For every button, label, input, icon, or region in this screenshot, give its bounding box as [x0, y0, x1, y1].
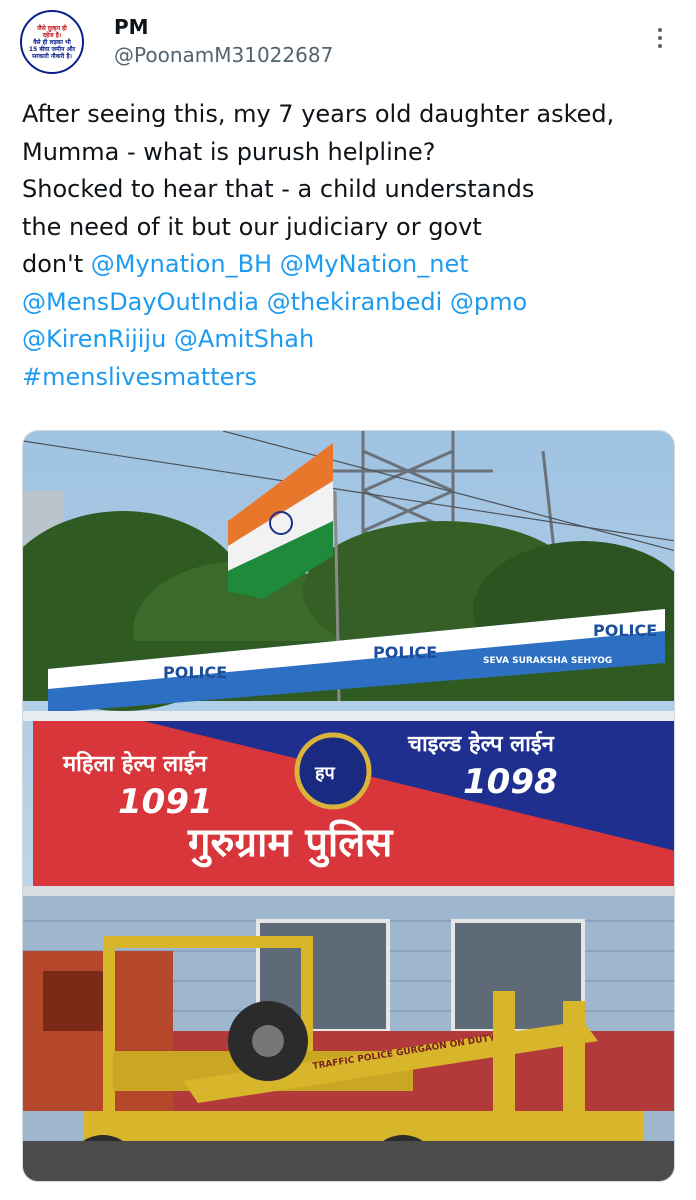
avatar-text-2: दहेज है। [42, 31, 62, 39]
mention-mensdayoutindia[interactable]: @MensDayOutIndia [22, 288, 259, 316]
more-dot [658, 28, 662, 32]
tweet-line-4: the need of it but our judiciary or govt [22, 212, 482, 241]
avatar-text-5: सरकारी नौकरी है। [32, 52, 72, 60]
police-banner-label-3: POLICE [593, 621, 657, 640]
tweet-line-8: #menslivesmatters [22, 359, 678, 397]
tweet-text: After seeing this, my 7 years old daught… [22, 96, 678, 396]
police-banner-sub: SEVA SURAKSHA SEHYOG [483, 656, 612, 666]
mention-thekiranbedi[interactable]: @thekiranbedi [267, 288, 443, 316]
author-name[interactable]: PM [114, 15, 149, 39]
tweet-photo[interactable]: POLICE POLICE POLICE SEVA SURAKSHA SEHYO… [22, 430, 675, 1182]
avatar-text-1: जैसे दुल्हन ही [37, 24, 67, 32]
mention-pmo[interactable]: @pmo [450, 288, 527, 316]
child-helpline-number: 1098 [463, 762, 558, 802]
tweet-line-3: Shocked to hear that - a child understan… [22, 175, 535, 203]
station-name: गुरुग्राम पुलिस [187, 819, 394, 868]
tweet-line-2: Mumma - what is purush helpline? [22, 137, 436, 166]
mention-mynation-net[interactable]: @MyNation_net [280, 250, 469, 278]
police-booth-photo: POLICE POLICE POLICE SEVA SURAKSHA SEHYO… [23, 431, 674, 1181]
police-banner-label-1: POLICE [163, 663, 227, 682]
author-handle[interactable]: @PoonamM31022687 [114, 43, 333, 67]
tweet-line-5: don't @Mynation_BH @MyNation_net [22, 246, 678, 284]
women-helpline-number: 1091 [118, 782, 213, 822]
avatar-text-4: 15 बीघा जमीन और [28, 45, 76, 53]
avatar[interactable]: जैसे दुल्हन ही दहेज है। वैसे ही लड़का भी… [20, 10, 84, 74]
mention-kirenrijiju[interactable]: @KirenRijiju [22, 325, 166, 353]
tweet-line-7: @KirenRijiju @AmitShah [22, 321, 678, 359]
tweet-header: जैसे दुल्हन ही दहेज है। वैसे ही लड़का भी… [0, 0, 696, 92]
mention-amitshah[interactable]: @AmitShah [174, 325, 314, 353]
more-dot [658, 44, 662, 48]
tweet-line-5-prefix: don't [22, 250, 91, 278]
tweet-line-1: After seeing this, my 7 years old daught… [22, 100, 615, 128]
avatar-text-3: वैसे ही लड़का भी [33, 38, 71, 46]
mention-mynation-bh[interactable]: @Mynation_BH [91, 250, 272, 278]
more-options-icon[interactable] [640, 20, 680, 56]
helpline-sign: महिला हेल्प लाईन 1091 चाइल्ड हेल्प लाईन … [23, 711, 674, 896]
hashtag-menslivesmatters[interactable]: #menslivesmatters [22, 363, 257, 391]
women-helpline-label: महिला हेल्प लाईन [62, 750, 208, 777]
tweet-line-6: @MensDayOutIndia @thekiranbedi @pmo [22, 284, 678, 322]
child-helpline-label: चाइल्ड हेल्प लाईन [407, 730, 555, 757]
more-dot [658, 36, 662, 40]
police-banner-label-2: POLICE [373, 643, 437, 662]
emblem-text: हप [314, 763, 336, 784]
